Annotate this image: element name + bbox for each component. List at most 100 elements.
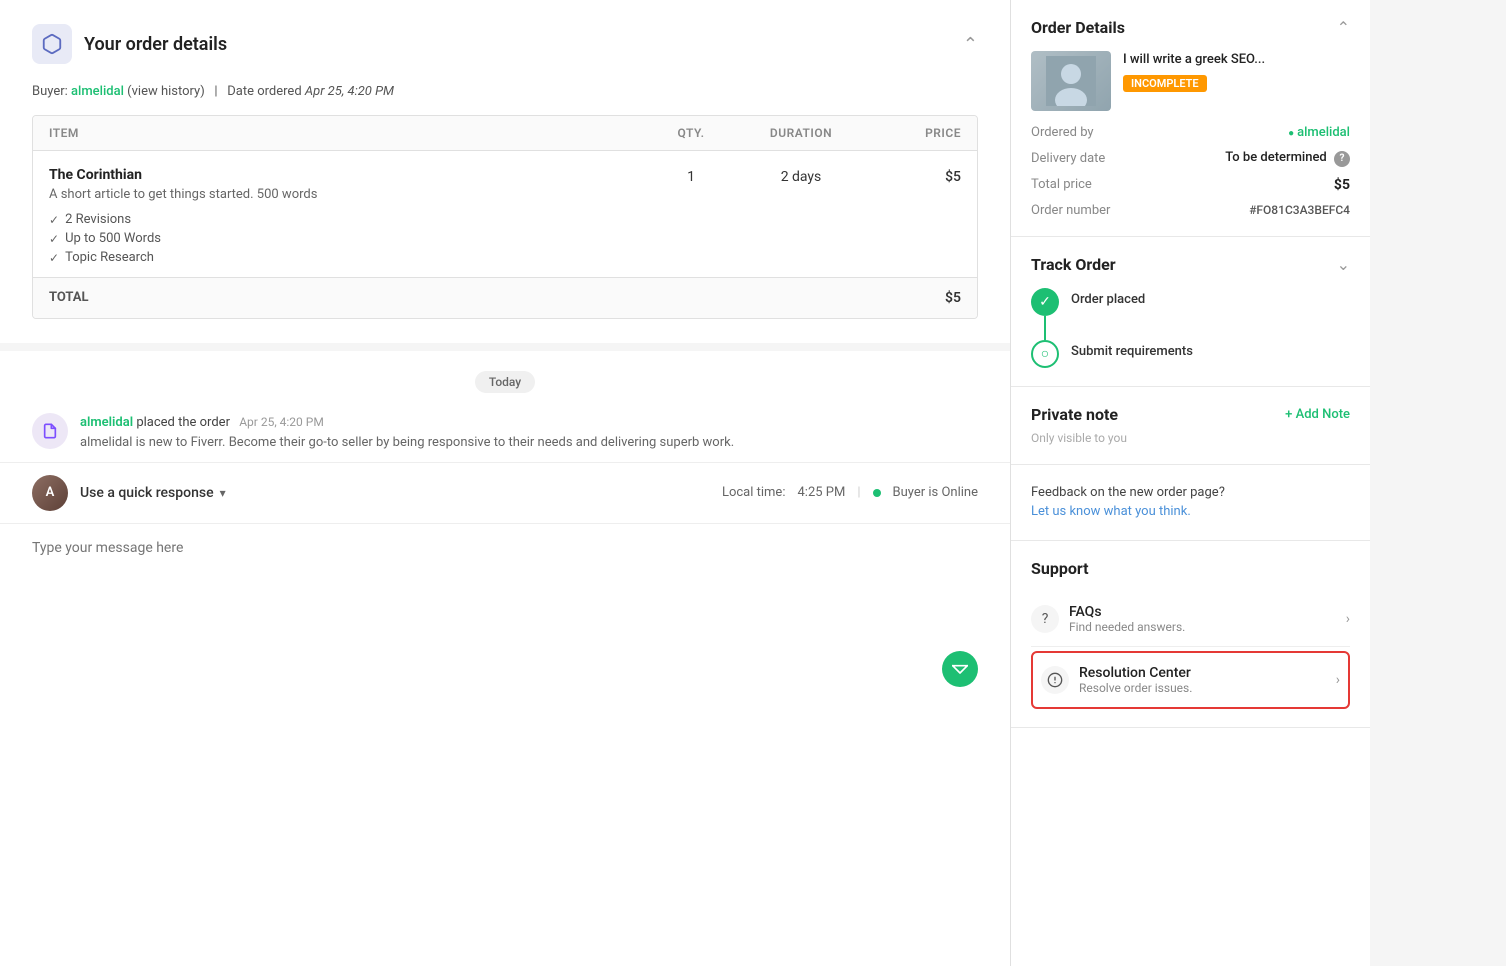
private-note-header: Private note + Add Note xyxy=(1031,405,1350,424)
order-number-row: Order number #FO81C3A3BEFC4 xyxy=(1031,203,1350,218)
item-name: The Corinthian xyxy=(49,167,641,183)
buyer-online-status: Buyer is Online xyxy=(893,485,978,500)
order-header-left: Your order details xyxy=(32,24,227,64)
support-item-faqs-text: FAQs Find needed answers. xyxy=(1069,604,1185,634)
track-step-label-1: Order placed xyxy=(1071,288,1145,307)
support-item-resolution[interactable]: Resolution Center Resolve order issues. … xyxy=(1041,653,1340,707)
buyer-status: Local time: 4:25 PM | Buyer is Online xyxy=(722,485,978,500)
order-table: ITEM QTY. DURATION PRICE The Corinthian … xyxy=(32,115,978,319)
col-price-header: PRICE xyxy=(861,126,961,140)
sidebar-feedback: Feedback on the new order page? Let us k… xyxy=(1011,465,1370,541)
sidebar-support-header: Support xyxy=(1031,559,1350,578)
avatar: A xyxy=(32,475,68,511)
order-header: Your order details ⌃ xyxy=(32,24,978,64)
message-input[interactable] xyxy=(32,540,978,620)
resolution-icon xyxy=(1041,666,1069,694)
date-ordered-value: Apr 25, 4:20 PM xyxy=(305,84,394,99)
col-item-header: ITEM xyxy=(49,126,641,140)
right-sidebar: Order Details ⌃ I will write a greek SEO… xyxy=(1010,0,1370,966)
track-connector xyxy=(1044,316,1046,340)
col-qty-header: QTY. xyxy=(641,126,741,140)
chat-event-action: placed the order xyxy=(136,415,230,430)
collapse-icon[interactable]: ⌃ xyxy=(963,34,978,55)
chevron-down-icon: ▾ xyxy=(220,486,226,500)
sidebar-order-details-title: Order Details xyxy=(1031,18,1125,37)
track-order-steps: ✓ Order placed ○ Submit requirements xyxy=(1031,288,1350,368)
chat-section: Today almelidal placed the order Apr 25,… xyxy=(0,351,1010,966)
resolution-sub: Resolve order issues. xyxy=(1079,681,1192,695)
feature-revisions: ✓ 2 Revisions xyxy=(49,212,641,227)
feedback-link[interactable]: Let us know what you think. xyxy=(1031,504,1191,519)
feature-research: ✓ Topic Research xyxy=(49,250,641,265)
track-step-2: ○ Submit requirements xyxy=(1031,340,1350,368)
message-actions xyxy=(0,643,1010,695)
track-step-icon-1: ✓ xyxy=(1031,288,1059,316)
sidebar-track-order-header: Track Order ⌄ xyxy=(1031,255,1350,274)
gig-title: I will write a greek SEO... xyxy=(1123,51,1265,69)
support-item-resolution-left: Resolution Center Resolve order issues. xyxy=(1041,665,1192,695)
track-step-icon-2: ○ xyxy=(1031,340,1059,368)
sidebar-collapse-icon[interactable]: ⌃ xyxy=(1337,18,1350,37)
private-note-title: Private note xyxy=(1031,405,1118,424)
order-number-value: #FO81C3A3BEFC4 xyxy=(1249,203,1350,217)
quick-response-button[interactable]: Use a quick response ▾ xyxy=(80,485,226,501)
item-price: $5 xyxy=(861,167,961,265)
sidebar-support-title: Support xyxy=(1031,559,1089,578)
resolution-title: Resolution Center xyxy=(1079,665,1192,681)
item-details: The Corinthian A short article to get th… xyxy=(49,167,641,265)
order-table-header: ITEM QTY. DURATION PRICE xyxy=(33,116,977,151)
chat-event-time: Apr 25, 4:20 PM xyxy=(239,415,324,429)
buyer-name-link[interactable]: almelidal xyxy=(71,84,124,99)
chat-event-user: almelidal xyxy=(80,415,133,430)
add-note-button[interactable]: + Add Note xyxy=(1285,407,1350,422)
support-item-resolution-text: Resolution Center Resolve order issues. xyxy=(1079,665,1192,695)
feedback-title: Feedback on the new order page? xyxy=(1031,485,1225,500)
chat-event-sub: almelidal is new to Fiverr. Become their… xyxy=(80,435,734,450)
track-step-1: ✓ Order placed xyxy=(1031,288,1350,316)
faqs-chevron-icon: › xyxy=(1346,611,1350,627)
feature-words: ✓ Up to 500 Words xyxy=(49,231,641,246)
item-duration: 2 days xyxy=(741,167,861,265)
sidebar-track-order: Track Order ⌄ ✓ Order placed ○ Submit re… xyxy=(1011,237,1370,387)
item-features: ✓ 2 Revisions ✓ Up to 500 Words ✓ Topic … xyxy=(49,212,641,265)
faqs-icon: ? xyxy=(1031,605,1059,633)
sidebar-private-note: Private note + Add Note Only visible to … xyxy=(1011,387,1370,465)
check-icon-1: ✓ xyxy=(49,213,59,227)
date-ordered-label: Date ordered xyxy=(227,84,301,99)
total-price: $5 xyxy=(861,290,961,306)
chat-event-text: almelidal placed the order Apr 25, 4:20 … xyxy=(80,413,734,433)
order-details-section: Your order details ⌃ Buyer: almelidal (v… xyxy=(0,0,1010,351)
delivery-date-row: Delivery date To be determined ? xyxy=(1031,150,1350,167)
online-indicator xyxy=(873,489,881,497)
ordered-by-value: ●almelidal xyxy=(1288,125,1350,140)
sidebar-total-price-label: Total price xyxy=(1031,177,1092,192)
today-divider: Today xyxy=(0,351,1010,405)
check-icon-2: ✓ xyxy=(49,232,59,246)
order-number-label: Order number xyxy=(1031,203,1110,218)
incomplete-badge: incomplete xyxy=(1123,75,1207,92)
col-duration-header: DURATION xyxy=(741,126,861,140)
private-note-sub: Only visible to you xyxy=(1031,431,1127,445)
order-meta: Ordered by ●almelidal Delivery date To b… xyxy=(1031,125,1350,218)
info-icon[interactable]: ? xyxy=(1334,151,1350,167)
delivery-date-label: Delivery date xyxy=(1031,151,1105,166)
sidebar-support: Support ? FAQs Find needed answers. › xyxy=(1011,541,1370,728)
resolution-chevron-icon: › xyxy=(1336,672,1340,688)
send-button[interactable] xyxy=(942,651,978,687)
chat-event-icon xyxy=(32,413,68,449)
order-title: Your order details xyxy=(84,34,227,55)
delivery-date-value: To be determined ? xyxy=(1225,150,1350,167)
sidebar-order-details-header: Order Details ⌃ xyxy=(1031,18,1350,37)
sidebar-track-order-title: Track Order xyxy=(1031,255,1116,274)
support-item-faqs[interactable]: ? FAQs Find needed answers. › xyxy=(1031,592,1350,646)
view-history-link[interactable]: (view history) xyxy=(127,84,205,99)
sidebar-order-details: Order Details ⌃ I will write a greek SEO… xyxy=(1011,0,1370,237)
faqs-sub: Find needed answers. xyxy=(1069,620,1185,634)
chat-event: almelidal placed the order Apr 25, 4:20 … xyxy=(0,405,1010,462)
table-row: The Corinthian A short article to get th… xyxy=(33,151,977,278)
support-divider xyxy=(1031,646,1350,647)
track-order-collapse-icon[interactable]: ⌄ xyxy=(1337,255,1350,274)
order-icon xyxy=(32,24,72,64)
item-desc: A short article to get things started. 5… xyxy=(49,187,641,202)
ordered-by-label: Ordered by xyxy=(1031,125,1094,140)
